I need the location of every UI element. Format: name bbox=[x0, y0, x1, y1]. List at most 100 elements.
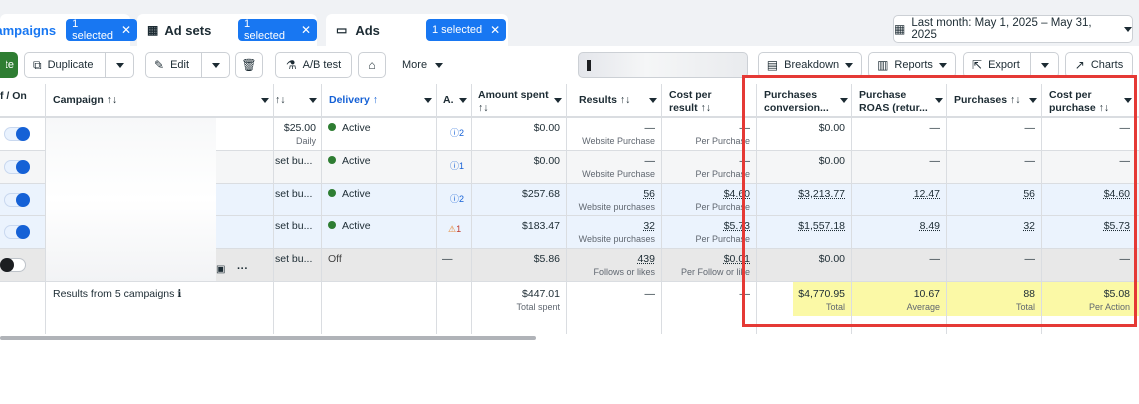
chevron-down-icon bbox=[1124, 26, 1132, 32]
campaign-toggle[interactable] bbox=[0, 258, 26, 272]
header-budget[interactable]: ↑↓ bbox=[275, 94, 286, 107]
campaign-toggle[interactable] bbox=[4, 193, 30, 207]
results-cell[interactable]: 439 bbox=[567, 253, 655, 265]
header-campaign[interactable]: Campaign ↑↓ bbox=[53, 94, 117, 107]
chevron-down-icon[interactable] bbox=[554, 98, 562, 103]
horizontal-scrollbar[interactable] bbox=[0, 336, 536, 340]
header-delivery[interactable]: Delivery ↑ bbox=[329, 94, 378, 107]
calendar-icon: ▦ bbox=[894, 22, 906, 36]
more-options-icon[interactable]: ··· bbox=[237, 263, 248, 275]
trash-icon: 🗑 bbox=[241, 58, 257, 72]
budget-cell: set bu... bbox=[275, 253, 313, 265]
edit-button[interactable]: ✎ Edit bbox=[145, 52, 230, 78]
header-results[interactable]: Results ↑↓ bbox=[579, 94, 630, 107]
toggle-knob bbox=[16, 127, 30, 141]
breakdown-label: Breakdown bbox=[784, 59, 840, 71]
attribution-cell[interactable]: ⓘ2 bbox=[450, 126, 464, 139]
more-button[interactable]: More bbox=[396, 52, 456, 78]
delivery-cell: Active bbox=[328, 220, 371, 232]
toggle-knob bbox=[16, 225, 30, 239]
totals-label-text: Results from 5 campaigns bbox=[53, 288, 175, 300]
duplicate-icon: ⧉ bbox=[33, 57, 42, 72]
header-attribution[interactable]: A. bbox=[443, 94, 454, 107]
results-sub: Website purchases bbox=[578, 234, 655, 244]
cost-per-result-cell: — bbox=[739, 122, 751, 134]
chevron-down-icon[interactable] bbox=[424, 98, 432, 103]
adsets-selected-chip[interactable]: 1 selected ✕ bbox=[238, 18, 317, 42]
tab-adsets[interactable]: ▦ Ad sets 1 selected ✕ bbox=[137, 14, 317, 46]
delivery-cell: Off bbox=[328, 253, 342, 265]
amount-spent-cell: $183.47 bbox=[522, 220, 560, 232]
tab-ads-label: Ads bbox=[355, 22, 380, 38]
close-icon[interactable]: ✕ bbox=[301, 23, 311, 37]
attribution-cell[interactable]: ⓘ1 bbox=[450, 159, 464, 172]
cost-per-result-cell[interactable]: $0.01 bbox=[662, 253, 750, 265]
edit-dropdown[interactable] bbox=[201, 53, 230, 77]
budget-cell: $25.00 bbox=[283, 122, 316, 134]
amount-spent-cell: $0.00 bbox=[533, 155, 560, 167]
edit-label: Edit bbox=[170, 59, 190, 71]
chevron-down-icon bbox=[435, 62, 444, 68]
chip-label: 1 selected bbox=[72, 18, 114, 42]
header-onoff[interactable]: f / On bbox=[0, 90, 27, 103]
duplicate-dropdown[interactable] bbox=[105, 53, 134, 77]
campaign-toggle[interactable] bbox=[4, 160, 30, 174]
results-cell[interactable]: 32 bbox=[567, 220, 655, 232]
total-results: — bbox=[644, 288, 656, 300]
chart-icon: ↗ bbox=[1074, 58, 1085, 72]
create-label: Create bbox=[6, 59, 14, 71]
tag-button[interactable]: ⌂ bbox=[358, 52, 386, 78]
campaign-toggle[interactable] bbox=[4, 127, 30, 141]
tab-ads[interactable]: ▭ Ads 1 selected ✕ bbox=[326, 14, 508, 46]
ads-selected-chip[interactable]: 1 selected ✕ bbox=[426, 19, 507, 41]
delete-button[interactable]: 🗑 bbox=[235, 52, 263, 78]
duplicate-label: Duplicate bbox=[47, 59, 94, 71]
header-line: Amount spent bbox=[478, 89, 549, 101]
close-icon[interactable]: ✕ bbox=[121, 23, 131, 37]
export-icon: ⇱ bbox=[972, 58, 983, 72]
chevron-down-icon[interactable] bbox=[459, 98, 467, 103]
cost-per-result-cell[interactable]: $4.60 bbox=[662, 188, 750, 200]
campaigns-selected-chip[interactable]: 1 selected ✕ bbox=[66, 18, 138, 42]
info-circle-icon: ⓘ bbox=[450, 161, 460, 171]
delivery-cell: Active bbox=[328, 122, 371, 134]
info-icon[interactable]: ℹ bbox=[177, 288, 181, 300]
attribution-cell[interactable]: ⚠1 bbox=[448, 224, 461, 235]
blurred-control bbox=[578, 52, 748, 78]
close-icon[interactable]: ✕ bbox=[490, 23, 500, 37]
chevron-down-icon[interactable] bbox=[649, 98, 657, 103]
col-divider bbox=[273, 84, 274, 334]
chevron-down-icon bbox=[116, 62, 124, 68]
export-dropdown[interactable] bbox=[1030, 53, 1059, 77]
delivery-label: Active bbox=[342, 155, 371, 167]
tab-campaigns[interactable]: Campaigns 1 selected ✕ bbox=[0, 14, 138, 46]
results-cell[interactable]: 56 bbox=[567, 188, 655, 200]
ab-test-button[interactable]: ⚗ A/B test bbox=[275, 52, 352, 78]
campaign-toggle[interactable] bbox=[4, 225, 30, 239]
highlight-box bbox=[742, 75, 1137, 327]
results-cell: — bbox=[644, 155, 656, 167]
delivery-label: Active bbox=[342, 220, 371, 232]
create-button[interactable]: Create bbox=[0, 52, 18, 78]
toggle-knob bbox=[16, 160, 30, 174]
tag-icon: ⌂ bbox=[368, 58, 376, 72]
date-range-picker[interactable]: ▦ Last month: May 1, 2025 – May 31, 2025 bbox=[893, 15, 1133, 43]
ab-test-label: A/B test bbox=[302, 59, 342, 71]
chevron-down-icon[interactable] bbox=[261, 98, 269, 103]
chevron-down-icon[interactable] bbox=[309, 98, 317, 103]
image-icon: ▣ bbox=[216, 264, 226, 275]
cost-per-result-sub: Per Purchase bbox=[695, 234, 750, 244]
delivery-cell: Active bbox=[328, 155, 371, 167]
results-sub: Website purchases bbox=[578, 202, 655, 212]
attribution-cell[interactable]: ⓘ2 bbox=[450, 192, 464, 205]
cost-per-result-cell[interactable]: $5.73 bbox=[662, 220, 750, 232]
header-cost-per-result[interactable]: Cost per result ↑↓ bbox=[669, 89, 712, 115]
tab-campaigns-label: Campaigns bbox=[0, 22, 57, 38]
total-cost-per-result: — bbox=[739, 288, 751, 300]
charts-label: Charts bbox=[1090, 59, 1124, 71]
header-amount-spent[interactable]: Amount spent ↑↓ bbox=[478, 89, 549, 115]
total-spent-sub: Total spent bbox=[516, 302, 560, 312]
header-line: Cost per bbox=[669, 89, 712, 101]
chevron-down-icon bbox=[845, 62, 854, 68]
duplicate-button[interactable]: ⧉ Duplicate bbox=[24, 52, 134, 78]
